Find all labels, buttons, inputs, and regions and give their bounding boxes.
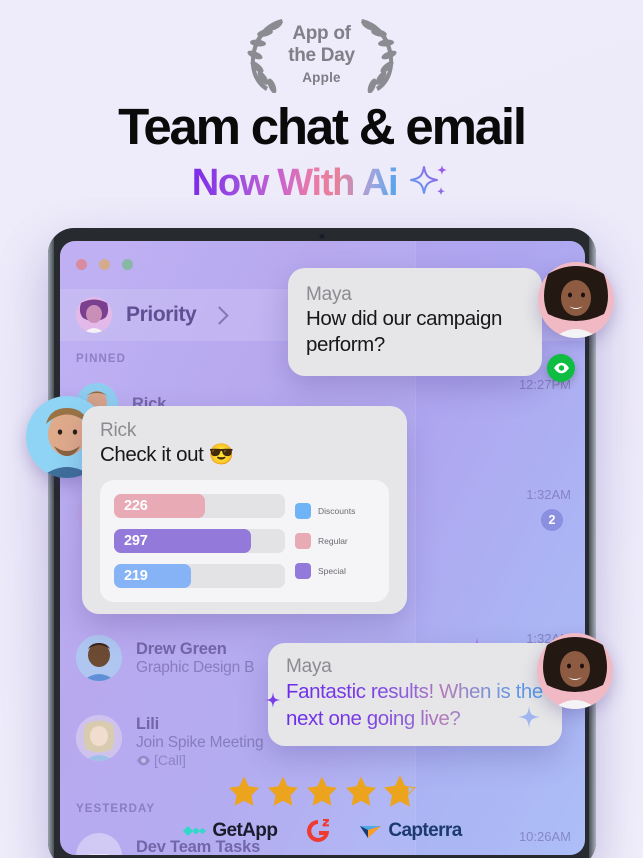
bar-track: 226 [114,494,285,518]
star-icon [345,776,376,806]
priority-label: Priority [126,303,197,326]
laurel-left-icon [246,19,283,93]
chevron-right-icon[interactable] [210,305,230,325]
message-sender: Maya [306,284,352,305]
capterra-label: Capterra [388,820,462,841]
capterra-icon [360,826,382,838]
bar-special: 297 [114,529,251,553]
legend-item: Special [295,563,377,579]
bar-regular: 226 [114,494,205,518]
legend-swatch [295,563,311,579]
star-rating [0,775,643,808]
capterra-logo: Capterra [359,820,462,842]
avatar [76,635,122,681]
award-line2: the Day [288,45,355,66]
g2-logo [303,816,333,846]
bar-track: 219 [114,564,285,588]
avatar-maya-1 [538,262,614,338]
window-controls[interactable] [76,259,133,270]
eye-icon [553,362,569,374]
message-bubble-maya-2[interactable]: Maya Fantastic results! When is the next… [268,643,562,746]
legend-label: Discounts [318,506,356,516]
g2-icon [307,819,330,842]
message-text: How did our campaign perform? [306,307,502,356]
legend-swatch [295,503,311,519]
avatar [76,297,112,333]
getapp-logo: GetApp [181,820,278,842]
page-subtitle: Now With Ai [0,162,643,205]
conversation-call-row[interactable]: [Call] [136,752,585,768]
maximize-button[interactable] [122,259,133,270]
message-bubble-maya-1[interactable]: Maya How did our campaign perform? [288,268,542,376]
bar-chart: 226 297 219 Discounts Regular Special [100,480,389,602]
call-label: [Call] [154,752,186,768]
close-button[interactable] [76,259,87,270]
camera-icon [319,234,325,239]
award-brand: Apple [302,70,341,85]
message-sender: Maya [286,656,332,677]
star-icon [228,776,259,806]
legend-swatch [295,533,311,549]
review-logos: GetApp Capterra [0,816,643,846]
subtitle-text: Now With Ai [191,162,399,204]
message-card-rick[interactable]: Rick Check it out 😎 226 297 219 Discount… [82,406,407,614]
avatar-maya-2 [537,633,613,709]
chart-legend: Discounts Regular Special [295,494,377,588]
bar-chart-bars: 226 297 219 [114,494,285,588]
award-line1: App of [292,23,351,44]
avatar [76,715,122,761]
sparkle-icon [265,692,281,708]
timestamp: 1:32AM [526,487,571,502]
ai-sparkle-icon [410,164,448,195]
legend-label: Regular [318,536,348,546]
getapp-label: GetApp [212,820,278,841]
legend-item: Regular [295,533,377,549]
eye-icon [137,755,150,765]
unread-badge: 2 [541,509,563,531]
star-icon-partial [383,775,416,807]
legend-label: Special [318,566,346,576]
laurel-right-icon [360,19,397,93]
award-badge: App of the Day Apple [0,10,643,98]
star-icon [267,776,298,806]
bar-discounts: 219 [114,564,191,588]
bar-track: 297 [114,529,285,553]
seen-badge [547,354,575,382]
message-sender: Rick [100,420,137,441]
getapp-icon [183,826,207,836]
message-text: Fantastic results! When is the next one … [286,680,543,730]
star-icon [306,776,337,806]
section-pinned: PINNED [76,353,127,365]
minimize-button[interactable] [99,259,110,270]
sparkle-icon [518,706,540,728]
message-text: Check it out 😎 [100,443,234,466]
legend-item: Discounts [295,503,377,519]
footer-ratings: GetApp Capterra [0,775,643,846]
award-title: App of the Day [288,23,355,67]
page-title: Team chat & email [118,98,527,155]
